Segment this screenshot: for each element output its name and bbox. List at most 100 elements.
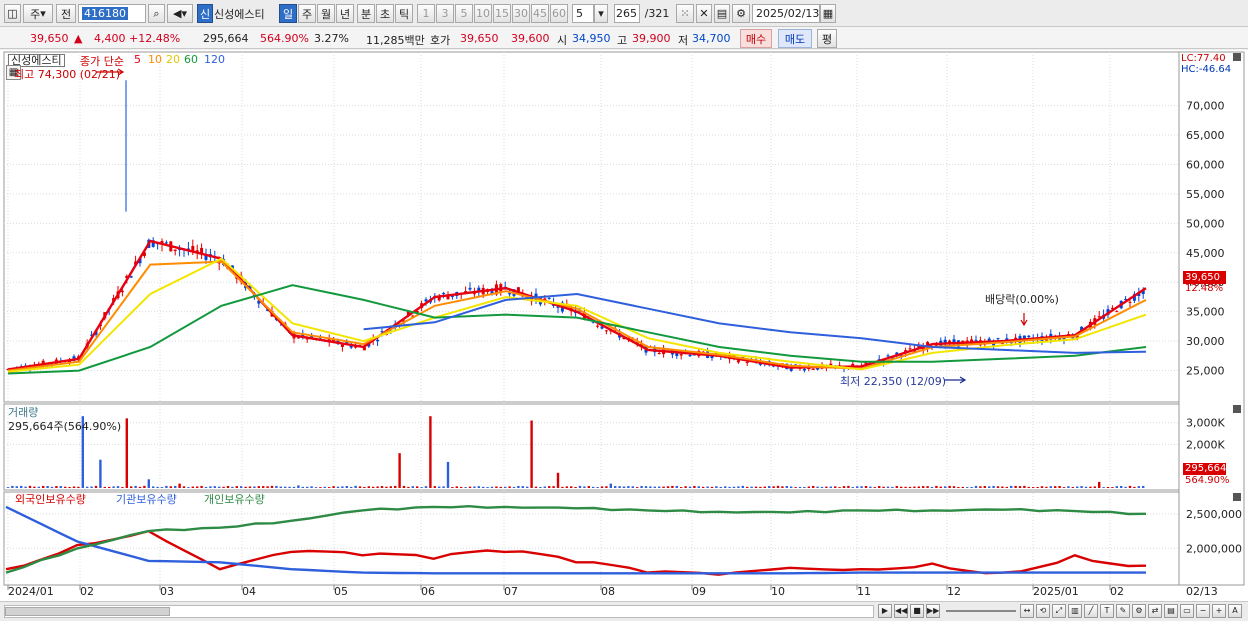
- volume-bar: [631, 486, 634, 488]
- interval-button-6[interactable]: 45: [531, 4, 549, 23]
- buy-button[interactable]: 매수: [740, 29, 772, 48]
- volume-bar: [548, 486, 551, 488]
- print-icon[interactable]: ▤: [1164, 604, 1178, 618]
- volume-bar: [508, 486, 511, 488]
- zoom-out-icon[interactable]: −: [1196, 604, 1210, 618]
- tab-period-day[interactable]: 일: [279, 4, 297, 23]
- volume-bar: [596, 487, 599, 488]
- volume-bar: [856, 486, 859, 488]
- chart-area[interactable]: 2024/01 02 03 04 05 06 07 08 09 10 11 12 2025/01 02 02…: [0, 50, 1248, 601]
- volume-bar: [284, 486, 287, 488]
- text-tool-icon[interactable]: T: [1100, 604, 1114, 618]
- x-tick-label: 02: [80, 585, 94, 598]
- stop-icon[interactable]: ■: [910, 604, 924, 618]
- window-icon[interactable]: ◫: [4, 4, 21, 23]
- interval-button-2[interactable]: 5: [455, 4, 473, 23]
- interval-button-3[interactable]: 10: [474, 4, 492, 23]
- settings-tool-icon[interactable]: ⚙: [1132, 604, 1146, 618]
- zoom-in-icon[interactable]: +: [1212, 604, 1226, 618]
- stock-code-input[interactable]: 416180: [78, 4, 146, 23]
- save-icon[interactable]: ▤: [714, 4, 730, 23]
- pan-icon[interactable]: ↔: [1020, 604, 1034, 618]
- volume-bar: [94, 485, 98, 488]
- volume-bar: [486, 487, 489, 488]
- volume-bar: [429, 416, 432, 488]
- holding-tick-label: 2,500,000: [1186, 508, 1242, 521]
- zoom-slider[interactable]: [946, 610, 1016, 612]
- horizontal-scrollbar[interactable]: [4, 605, 874, 618]
- interval-input[interactable]: 5: [572, 4, 594, 23]
- scrollbar-thumb[interactable]: [5, 607, 170, 616]
- volume-bar: [253, 486, 256, 488]
- volume-bar: [288, 486, 291, 488]
- candle-body: [908, 348, 912, 350]
- eval-button[interactable]: 평: [817, 29, 837, 48]
- compare-icon[interactable]: ⇄: [1148, 604, 1162, 618]
- volume-bar: [1098, 481, 1101, 488]
- fit-icon[interactable]: ⤢: [1052, 604, 1066, 618]
- volume-bar: [328, 487, 331, 488]
- tab-period-week[interactable]: 주: [298, 4, 316, 23]
- current-price: 39,650: [30, 32, 69, 45]
- volume-bar: [310, 486, 313, 488]
- volume-bar: [1093, 486, 1096, 488]
- tab-period-month[interactable]: 월: [317, 4, 335, 23]
- grid-icon[interactable]: ⁙: [676, 4, 694, 23]
- volume-tick-label: 3,000K: [1186, 417, 1225, 430]
- chart-canvas[interactable]: 2024/01 02 03 04 05 06 07 08 09 10 11 12 2025/01 02 02…: [0, 50, 1248, 601]
- ma-period-60: 60: [184, 53, 198, 66]
- count-input[interactable]: 265: [614, 4, 640, 23]
- sell-button[interactable]: 매도: [778, 29, 812, 48]
- volume-bar: [380, 486, 384, 488]
- volume-bar: [1142, 485, 1145, 488]
- scroll-right-icon[interactable]: ▶: [878, 604, 892, 618]
- volume-bar: [319, 487, 322, 488]
- volume-bar: [372, 486, 375, 488]
- tab-period-tick[interactable]: 틱: [395, 4, 413, 23]
- volume-bar: [367, 486, 370, 488]
- date-input[interactable]: 2025/02/13: [752, 4, 820, 23]
- tab-period-second[interactable]: 초: [376, 4, 394, 23]
- volume-bar: [556, 472, 560, 488]
- bar-chart-icon[interactable]: ▥: [1068, 604, 1082, 618]
- volume-bar: [178, 483, 181, 488]
- candle-body: [173, 249, 177, 252]
- volume-bar: [917, 486, 920, 488]
- volume-bar: [988, 486, 991, 488]
- auto-scale-icon[interactable]: A: [1228, 604, 1242, 618]
- gear-icon[interactable]: ⚙: [732, 4, 750, 23]
- jump-first-icon[interactable]: ◀◀: [894, 604, 908, 618]
- volume-bar: [728, 486, 731, 488]
- chevron-down-icon[interactable]: ▾: [594, 4, 608, 23]
- volume-bar: [165, 485, 168, 488]
- interval-button-1[interactable]: 3: [436, 4, 454, 23]
- reset-view-icon[interactable]: ⟲: [1036, 604, 1050, 618]
- jump-last-icon[interactable]: ▶▶: [926, 604, 940, 618]
- search-icon[interactable]: ⌕: [148, 4, 165, 23]
- interval-button-5[interactable]: 30: [512, 4, 530, 23]
- volume-bar: [658, 486, 661, 488]
- candle-body: [442, 293, 446, 295]
- interval-button-7[interactable]: 60: [550, 4, 568, 23]
- market-value: 주: [30, 7, 41, 21]
- crosshair-icon[interactable]: ✕: [696, 4, 712, 23]
- volume-bar: [90, 486, 93, 488]
- interval-button-0[interactable]: 1: [417, 4, 435, 23]
- line-tool-icon[interactable]: ╱: [1084, 604, 1098, 618]
- layout-icon[interactable]: ▭: [1180, 604, 1194, 618]
- speaker-icon[interactable]: ◀▾: [167, 4, 193, 23]
- drawing-icon[interactable]: ✎: [1116, 604, 1130, 618]
- volume-bar: [460, 486, 463, 488]
- period-mode-button[interactable]: 전: [56, 4, 76, 23]
- price-tick-label: 55,000: [1186, 188, 1225, 201]
- candle-body: [996, 338, 1000, 340]
- volume-bar: [55, 486, 58, 488]
- volume-bar: [794, 487, 797, 488]
- market-select[interactable]: 주 ▾: [23, 4, 53, 23]
- tab-period-year[interactable]: 년: [336, 4, 354, 23]
- holding-tick-label: 2,000,000: [1186, 542, 1242, 555]
- calendar-icon[interactable]: ▦: [820, 4, 836, 23]
- volume-bar: [785, 486, 788, 488]
- interval-button-4[interactable]: 15: [493, 4, 511, 23]
- tab-period-minute[interactable]: 분: [357, 4, 375, 23]
